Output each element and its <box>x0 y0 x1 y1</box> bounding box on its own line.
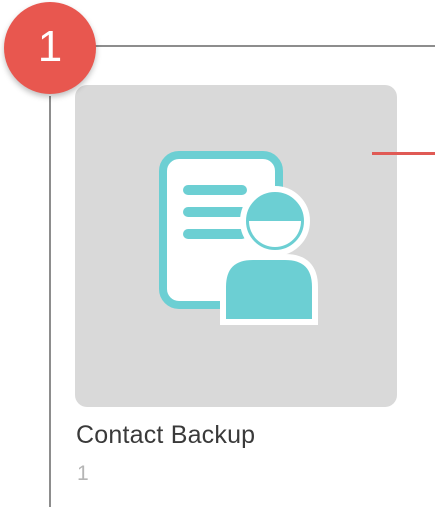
app-count-label: 1 <box>77 462 89 485</box>
contact-backup-icon <box>159 151 318 325</box>
frame-left-line <box>49 96 51 507</box>
contact-backup-app-tile[interactable] <box>75 85 397 407</box>
pointer-line <box>372 152 435 155</box>
app-name-label[interactable]: Contact Backup <box>76 421 255 450</box>
frame-top-line <box>95 45 435 47</box>
step-number: 1 <box>37 22 63 71</box>
step-badge: 1 <box>4 2 96 94</box>
